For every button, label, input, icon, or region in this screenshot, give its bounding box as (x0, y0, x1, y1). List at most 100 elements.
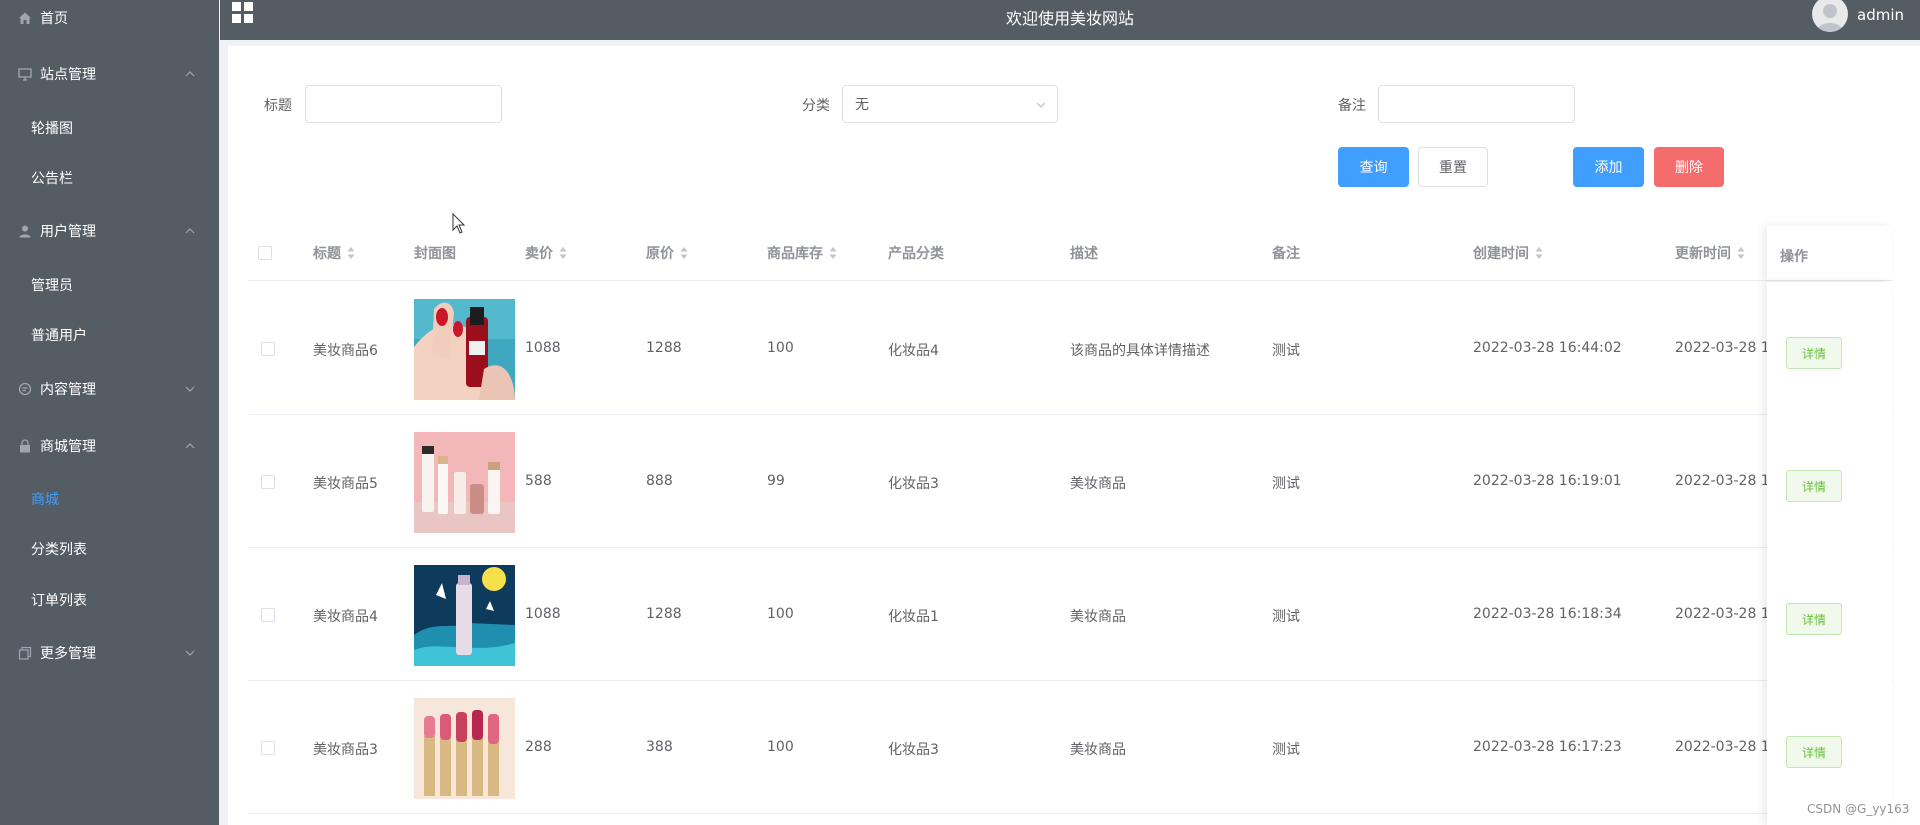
cell-category: 化妆品3 (888, 476, 939, 492)
header-created[interactable]: 创建时间 (1473, 226, 1543, 280)
sidebar-item-content[interactable]: 内容管理 (0, 364, 219, 414)
chevron-up-icon (183, 439, 197, 453)
sidebar-subitem-category-list[interactable]: 分类列表 (0, 524, 219, 574)
cell-title: 美妆商品3 (313, 742, 378, 758)
sort-icon[interactable] (347, 246, 355, 260)
sidebar-item-home[interactable]: 首页 (0, 0, 219, 43)
sidebar-subitem-normal-user[interactable]: 普通用户 (0, 310, 219, 360)
sidebar-item-label: 商城管理 (40, 439, 96, 455)
cover-image[interactable] (414, 299, 515, 400)
cell-original-price: 888 (646, 473, 673, 489)
sidebar-item-label: 内容管理 (40, 382, 96, 398)
cell-title: 美妆商品4 (313, 609, 378, 625)
cell-created: 2022-03-28 16:18:34 (1473, 606, 1622, 622)
sidebar-subitem-carousel[interactable]: 轮播图 (0, 103, 219, 153)
sidebar-item-more[interactable]: 更多管理 (0, 628, 219, 678)
cell-remark: 测试 (1272, 476, 1300, 492)
top-header: 欢迎使用美妆网站 admin (220, 0, 1920, 40)
sort-icon[interactable] (1737, 246, 1745, 260)
cell-desc: 美妆商品 (1070, 742, 1126, 758)
detail-button[interactable]: 详情 (1786, 337, 1842, 369)
cell-category: 化妆品3 (888, 742, 939, 758)
cell-stock: 100 (767, 606, 794, 622)
detail-button[interactable]: 详情 (1786, 736, 1842, 768)
chevron-up-icon (183, 224, 197, 238)
sidebar-subitem-admin[interactable]: 管理员 (0, 260, 219, 310)
cover-image[interactable] (414, 565, 515, 666)
select-all-checkbox[interactable] (258, 246, 272, 260)
category-select[interactable]: 无 (842, 85, 1058, 123)
cell-price: 1088 (525, 340, 561, 356)
remark-filter-input[interactable] (1378, 85, 1575, 123)
cover-image[interactable] (414, 698, 515, 799)
cell-price: 588 (525, 473, 552, 489)
home-icon (18, 11, 32, 25)
row-checkbox[interactable] (261, 342, 275, 356)
cell-remark: 测试 (1272, 742, 1300, 758)
cell-remark: 测试 (1272, 609, 1300, 625)
cell-original-price: 1288 (646, 606, 682, 622)
sidebar-subitem-notice[interactable]: 公告栏 (0, 153, 219, 203)
sidebar-item-users[interactable]: 用户管理 (0, 206, 219, 256)
chevron-down-icon (183, 646, 197, 660)
header-actions: 操作 (1780, 249, 1808, 265)
header-updated[interactable]: 更新时间 (1675, 226, 1745, 280)
divider (248, 414, 1893, 415)
sort-icon[interactable] (559, 246, 567, 260)
detail-button[interactable]: 详情 (1786, 603, 1842, 635)
sort-icon[interactable] (829, 246, 837, 260)
header-original-price[interactable]: 原价 (646, 226, 688, 280)
title-filter-label: 标题 (264, 98, 292, 114)
sort-icon[interactable] (1535, 246, 1543, 260)
detail-button[interactable]: 详情 (1786, 470, 1842, 502)
sidebar-item-label: 用户管理 (40, 224, 96, 240)
cell-created: 2022-03-28 16:44:02 (1473, 340, 1622, 356)
sidebar-item-site[interactable]: 站点管理 (0, 49, 219, 99)
sidebar: 首页 站点管理 轮播图 公告栏 用户管理 管理员 普通用户 内容管理 商城管理 … (0, 0, 219, 825)
actions-header-cell: 操作 (1767, 226, 1892, 280)
header-cover: 封面图 (414, 246, 456, 262)
monitor-icon (18, 67, 32, 81)
header-title[interactable]: 标题 (313, 226, 355, 280)
header-price[interactable]: 卖价 (525, 226, 567, 280)
row-checkbox[interactable] (261, 608, 275, 622)
lock-bag-icon (18, 439, 32, 453)
watermark: CSDN @G_yy163 (1807, 802, 1910, 816)
cell-stock: 100 (767, 739, 794, 755)
delete-button[interactable]: 删除 (1654, 147, 1724, 187)
header-remark: 备注 (1272, 246, 1300, 262)
sidebar-subitem-mall[interactable]: 商城 (0, 474, 219, 524)
chevron-up-icon (183, 67, 197, 81)
row-checkbox[interactable] (261, 475, 275, 489)
header-category: 产品分类 (888, 246, 944, 262)
sort-icon[interactable] (680, 246, 688, 260)
cell-created: 2022-03-28 16:19:01 (1473, 473, 1622, 489)
sidebar-item-mall[interactable]: 商城管理 (0, 421, 219, 471)
cell-desc: 美妆商品 (1070, 609, 1126, 625)
sidebar-subitem-order-list[interactable]: 订单列表 (0, 575, 219, 625)
title-filter-input[interactable] (305, 85, 502, 123)
main-panel: 标题 分类 无 备注 查询 重置 添加 删除 标题 封面图 卖价 原价 商品库存… (228, 46, 1920, 825)
divider (248, 680, 1893, 681)
cell-price: 1088 (525, 606, 561, 622)
header-stock[interactable]: 商品库存 (767, 226, 837, 280)
page-title: 欢迎使用美妆网站 (1005, 9, 1134, 28)
chevron-down-icon (1035, 99, 1047, 111)
add-button[interactable]: 添加 (1573, 147, 1644, 187)
cell-desc: 该商品的具体详情描述 (1070, 343, 1210, 359)
cell-title: 美妆商品5 (313, 476, 378, 492)
cover-image[interactable] (414, 432, 515, 533)
user-icon (18, 224, 32, 238)
category-select-value: 无 (855, 97, 869, 113)
cell-remark: 测试 (1272, 343, 1300, 359)
query-button[interactable]: 查询 (1338, 147, 1409, 187)
cell-stock: 100 (767, 340, 794, 356)
cell-title: 美妆商品6 (313, 343, 378, 359)
divider (248, 547, 1893, 548)
reset-button[interactable]: 重置 (1418, 147, 1488, 187)
divider (248, 280, 1893, 281)
category-filter-label: 分类 (802, 98, 830, 114)
sidebar-item-label: 更多管理 (40, 646, 96, 662)
row-checkbox[interactable] (261, 741, 275, 755)
username[interactable]: admin (1857, 6, 1904, 24)
